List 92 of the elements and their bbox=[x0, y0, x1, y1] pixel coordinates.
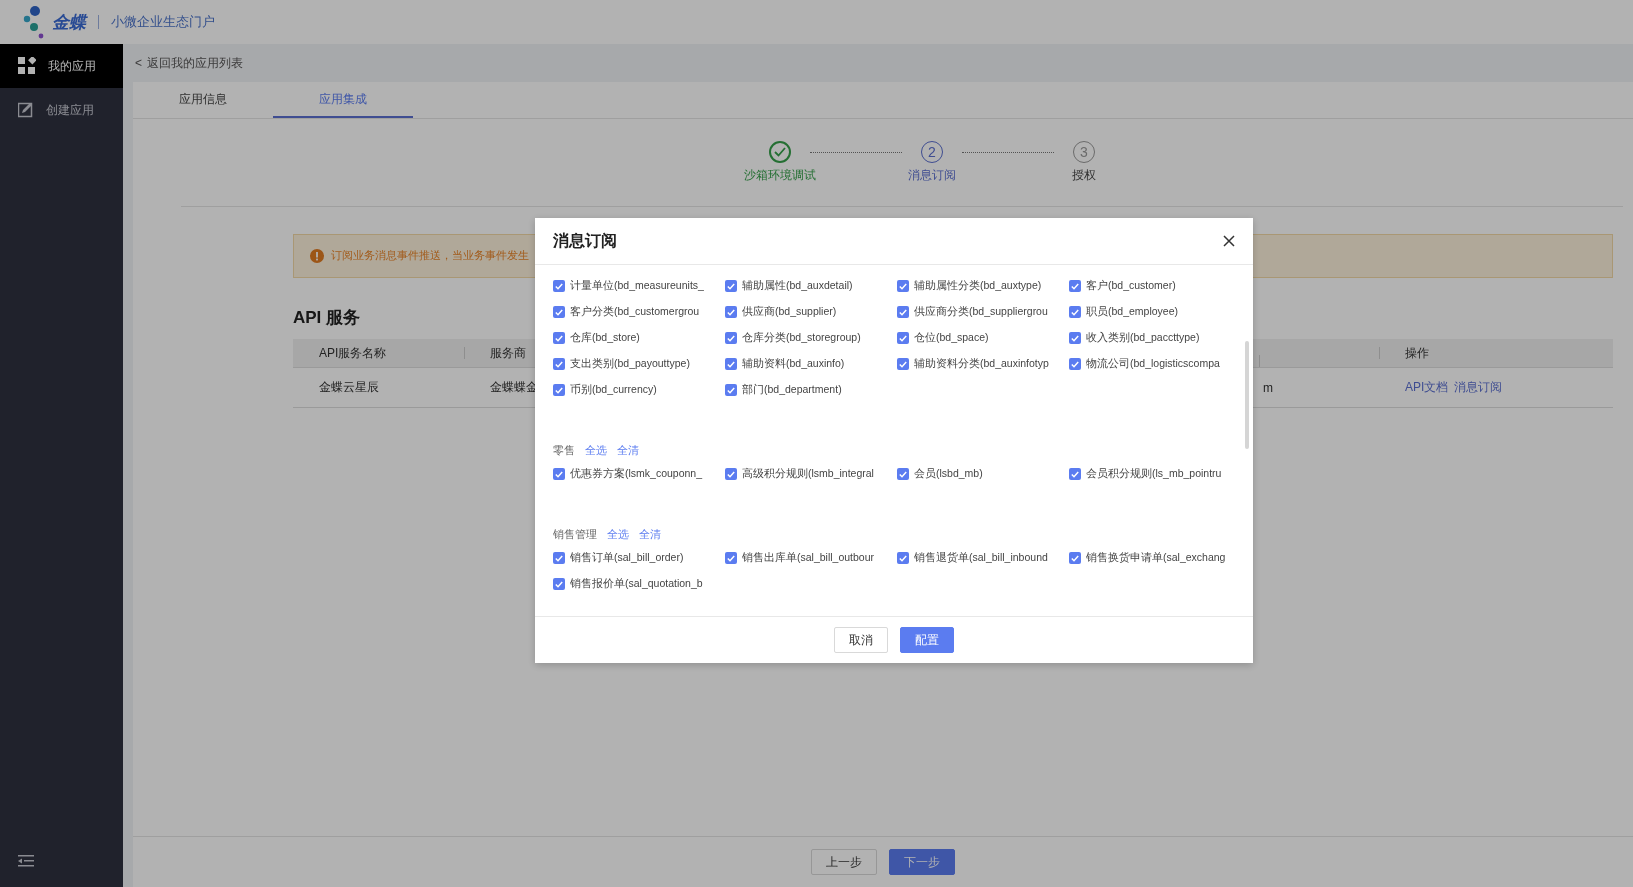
checkbox[interactable] bbox=[725, 306, 737, 318]
column-header: API服务名称 bbox=[319, 345, 387, 360]
secondary-button[interactable]: 上一步 bbox=[811, 849, 877, 875]
checkbox-label: 销售报价单(sal_quotation_b bbox=[570, 577, 703, 591]
checkbox[interactable] bbox=[553, 358, 565, 370]
checkbox-label: 客户(bd_customer) bbox=[1086, 279, 1176, 293]
checkbox[interactable] bbox=[1069, 552, 1081, 564]
column-header: 操作 bbox=[1405, 345, 1429, 360]
primary-button[interactable]: 下一步 bbox=[889, 849, 955, 875]
checkbox[interactable] bbox=[725, 468, 737, 480]
primary-button[interactable]: 配置 bbox=[900, 627, 954, 653]
checkbox[interactable] bbox=[1069, 332, 1081, 344]
group-label: 零售 bbox=[553, 442, 575, 458]
action-link[interactable]: API文档 bbox=[1405, 380, 1449, 394]
checkbox-label: 销售订单(sal_bill_order) bbox=[570, 551, 684, 565]
step-label: 沙箱环境调试 bbox=[744, 167, 816, 184]
checkbox-label: 辅助资料(bd_auxinfo) bbox=[742, 357, 845, 371]
checkbox[interactable] bbox=[1069, 468, 1081, 480]
back-arrow: < bbox=[135, 56, 142, 70]
checkbox-label: 会员积分规则(ls_mb_pointru bbox=[1086, 467, 1222, 481]
checkbox-label: 客户分类(bd_customergrou bbox=[570, 305, 700, 319]
checkbox[interactable] bbox=[725, 384, 737, 396]
checkbox[interactable] bbox=[897, 358, 909, 370]
select-all-link[interactable]: 全选 bbox=[607, 526, 629, 542]
step-label: 授权 bbox=[1072, 167, 1096, 184]
checkbox[interactable] bbox=[725, 552, 737, 564]
checkbox-label: 辅助属性(bd_auxdetail) bbox=[742, 279, 853, 293]
checkbox-label: 收入类别(bd_paccttype) bbox=[1086, 331, 1200, 345]
checkbox[interactable] bbox=[725, 358, 737, 370]
tab[interactable]: 应用信息 bbox=[133, 82, 273, 118]
group-label: 销售管理 bbox=[553, 526, 597, 542]
checkbox[interactable] bbox=[553, 468, 565, 480]
checkbox-label: 供应商(bd_supplier) bbox=[742, 305, 837, 319]
checkbox[interactable] bbox=[897, 332, 909, 344]
step-label: 消息订阅 bbox=[908, 167, 956, 184]
checkbox-label: 物流公司(bd_logisticscompa bbox=[1086, 357, 1220, 371]
sidebar-item[interactable]: 创建应用 bbox=[0, 88, 123, 132]
tab[interactable]: 应用集成 bbox=[273, 82, 413, 118]
checkbox[interactable] bbox=[553, 306, 565, 318]
checkbox-label: 销售出库单(sal_bill_outbour bbox=[742, 551, 875, 565]
checkbox-label: 仓库分类(bd_storegroup) bbox=[742, 331, 861, 345]
column-header: 服务商 bbox=[490, 345, 526, 360]
checkbox-label: 销售换货申请单(sal_exchang bbox=[1086, 551, 1226, 565]
close-icon[interactable] bbox=[1223, 235, 1235, 247]
edit-icon bbox=[18, 102, 34, 118]
checkbox-label: 支出类别(bd_payouttype) bbox=[570, 357, 690, 371]
collapse-menu-icon[interactable] bbox=[18, 855, 34, 867]
secondary-button[interactable]: 取消 bbox=[834, 627, 888, 653]
clear-all-link[interactable]: 全清 bbox=[639, 526, 661, 542]
alert-text: 订阅业务消息事件推送，当业务事件发生 bbox=[331, 249, 529, 263]
checkbox-label: 销售退货单(sal_bill_inbound bbox=[914, 551, 1048, 565]
back-label: 返回我的应用列表 bbox=[147, 54, 243, 72]
section-title: API 服务 bbox=[293, 307, 361, 329]
checkbox[interactable] bbox=[553, 280, 565, 292]
checkbox-label: 计量单位(bd_measureunits_ bbox=[570, 279, 704, 293]
select-all-link[interactable]: 全选 bbox=[585, 442, 607, 458]
checkbox[interactable] bbox=[725, 332, 737, 344]
table-cell: m bbox=[1263, 380, 1273, 395]
warning-icon bbox=[310, 249, 324, 263]
checkbox[interactable] bbox=[553, 332, 565, 344]
checkbox-label: 会员(lsbd_mb) bbox=[914, 467, 983, 481]
checkbox[interactable] bbox=[897, 306, 909, 318]
checkbox-label: 职员(bd_employee) bbox=[1086, 305, 1179, 319]
checkbox[interactable] bbox=[897, 468, 909, 480]
table-cell: 金蝶云星辰 bbox=[319, 380, 379, 394]
scrollbar-thumb[interactable] bbox=[1245, 341, 1249, 449]
checkbox[interactable] bbox=[1069, 280, 1081, 292]
checkbox[interactable] bbox=[553, 552, 565, 564]
checkbox[interactable] bbox=[1069, 358, 1081, 370]
action-link[interactable]: 消息订阅 bbox=[1454, 380, 1503, 394]
checkbox-label: 部门(bd_department) bbox=[742, 383, 842, 397]
back-link[interactable]: < 返回我的应用列表 bbox=[123, 44, 1633, 82]
checkbox[interactable] bbox=[897, 552, 909, 564]
checkbox-label: 辅助属性分类(bd_auxtype) bbox=[914, 279, 1042, 293]
checkbox[interactable] bbox=[725, 280, 737, 292]
checkbox-label: 辅助资料分类(bd_auxinfotyp bbox=[914, 357, 1049, 371]
checkbox-label: 币别(bd_currency) bbox=[570, 383, 657, 397]
checkbox-label: 仓位(bd_space) bbox=[914, 331, 989, 345]
grid-icon bbox=[18, 57, 36, 75]
sidebar-item[interactable]: 我的应用 bbox=[0, 44, 123, 88]
portal-title: 小微企业生态门户 bbox=[111, 13, 215, 31]
checkbox[interactable] bbox=[1069, 306, 1081, 318]
checkbox-label: 高级积分规则(lsmb_integral bbox=[742, 467, 874, 481]
checkbox-label: 优惠券方案(lsmk_couponn_ bbox=[570, 467, 703, 481]
checkbox-label: 供应商分类(bd_suppliergrou bbox=[914, 305, 1048, 319]
checkbox[interactable] bbox=[553, 578, 565, 590]
dialog-title: 消息订阅 bbox=[553, 230, 617, 251]
checkbox[interactable] bbox=[553, 384, 565, 396]
clear-all-link[interactable]: 全清 bbox=[617, 442, 639, 458]
brand-name: 金蝶 bbox=[52, 11, 86, 34]
checkbox[interactable] bbox=[897, 280, 909, 292]
checkbox-label: 仓库(bd_store) bbox=[570, 331, 640, 345]
